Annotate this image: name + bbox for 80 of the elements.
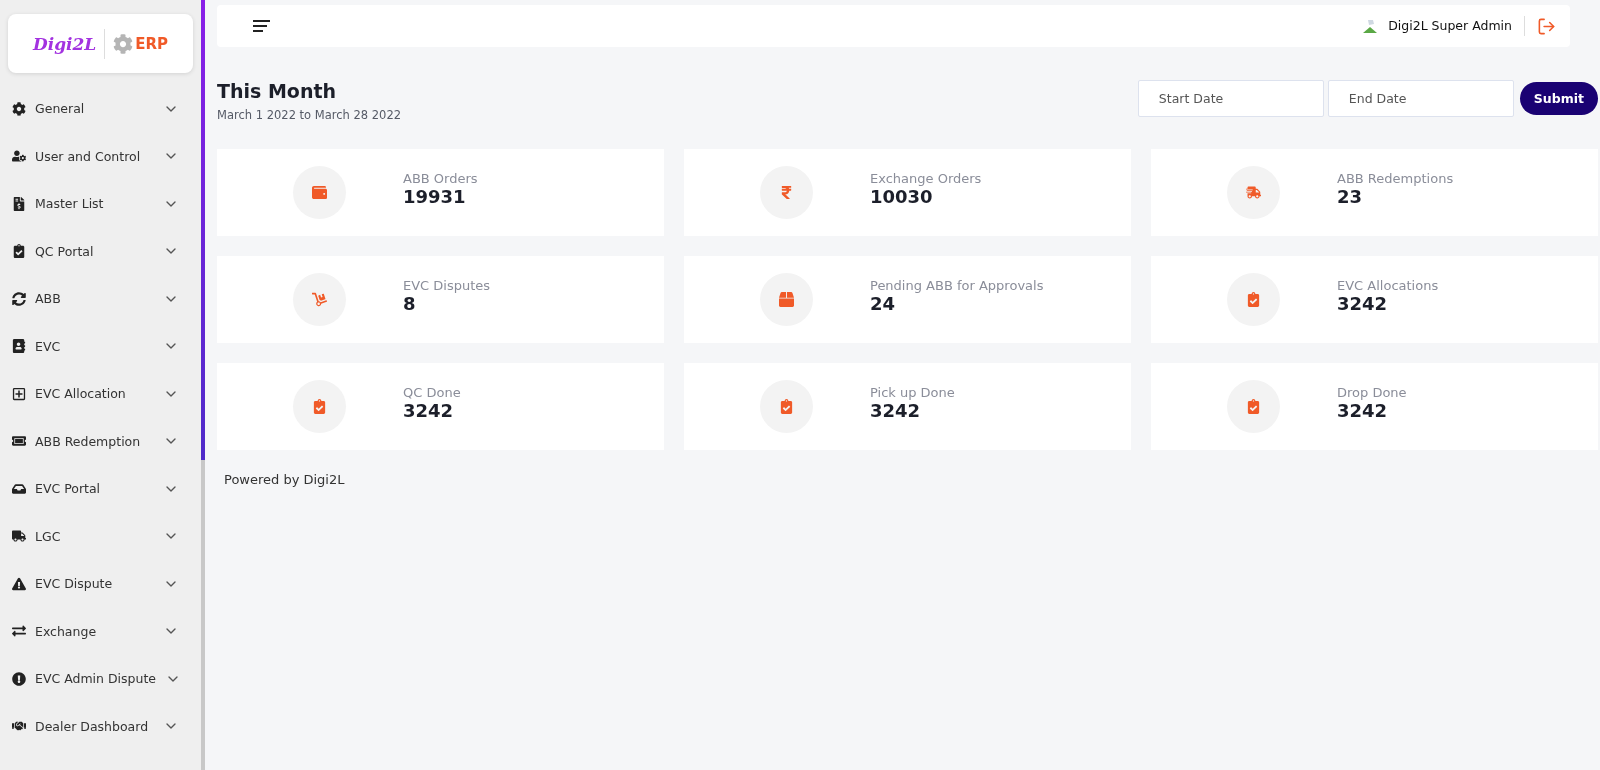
wallet-icon bbox=[312, 185, 327, 200]
hand-truck-icon bbox=[312, 292, 327, 307]
sidebar-item[interactable]: General bbox=[0, 85, 201, 133]
document-icon bbox=[12, 196, 26, 211]
stat-label: ABB Orders bbox=[403, 170, 478, 186]
warning-icon bbox=[12, 576, 26, 591]
submit-button[interactable]: Submit bbox=[1519, 82, 1598, 115]
gear-icon bbox=[12, 101, 26, 116]
clipboard-check-icon bbox=[1246, 399, 1261, 414]
sidebar-item[interactable]: EVC Portal bbox=[0, 465, 201, 513]
stat-value: 23 bbox=[1337, 185, 1364, 207]
sidebar-item-label: EVC Admin Dispute bbox=[35, 671, 157, 687]
stat-value: 19931 bbox=[403, 185, 467, 207]
stat-label: QC Done bbox=[403, 384, 461, 400]
delivery-truck-icon bbox=[1246, 185, 1261, 200]
period-title: This Month bbox=[217, 80, 338, 102]
logout-icon bbox=[1537, 16, 1556, 36]
start-date-field[interactable]: Start Date bbox=[1137, 80, 1324, 117]
sidebar-item-label: ABB Redemption bbox=[35, 433, 142, 449]
inbox-icon bbox=[12, 481, 26, 496]
refresh-icon bbox=[12, 291, 26, 306]
broken-image-icon bbox=[1362, 18, 1379, 34]
sidebar-item-label: User and Control bbox=[35, 148, 142, 164]
period-range: March 1 2022 to March 28 2022 bbox=[217, 108, 402, 122]
clipboard-check-icon bbox=[779, 399, 794, 414]
sidebar-item[interactable]: EVC bbox=[0, 322, 201, 370]
sidebar-item-label: EVC Allocation bbox=[35, 386, 127, 402]
clipboard-check-icon bbox=[312, 399, 327, 414]
sidebar-item-label: LGC bbox=[35, 528, 62, 544]
sidebar-item-label: General bbox=[35, 101, 86, 117]
sidebar-item[interactable]: QC Portal bbox=[0, 227, 201, 275]
stat-value: 3242 bbox=[1337, 292, 1389, 314]
stat-value: 24 bbox=[870, 292, 896, 314]
clipboard-check-icon bbox=[1246, 292, 1261, 307]
truck-icon bbox=[12, 529, 26, 544]
stat-value: 3242 bbox=[1337, 399, 1389, 421]
sidebar-item[interactable]: Dealer Dashboard bbox=[0, 702, 201, 750]
stat-label: ABB Redemptions bbox=[1337, 170, 1454, 186]
stat-label: Exchange Orders bbox=[870, 170, 982, 186]
rupee-icon bbox=[779, 185, 794, 200]
user-gear-icon bbox=[12, 149, 26, 164]
sidebar-item[interactable]: LGC bbox=[0, 512, 201, 560]
contact-card-icon bbox=[12, 339, 26, 354]
user-name: Digi2L Super Admin bbox=[1388, 16, 1525, 36]
stat-label: Pick up Done bbox=[870, 384, 955, 400]
menu-button[interactable] bbox=[253, 19, 271, 33]
footer-text: Powered by Digi2L bbox=[224, 472, 346, 487]
menu-icon bbox=[253, 19, 271, 33]
stat-label: EVC Allocations bbox=[1337, 277, 1439, 293]
sidebar-item-label: EVC bbox=[35, 338, 62, 354]
sidebar-item[interactable]: EVC Allocation bbox=[0, 370, 201, 418]
swap-arrows-icon bbox=[12, 624, 26, 639]
sidebar-item[interactable]: Exchange bbox=[0, 607, 201, 655]
sidebar-item-label: EVC Portal bbox=[35, 481, 102, 497]
logo-brand: Digi2L bbox=[32, 33, 97, 54]
sidebar-item[interactable]: EVC Admin Dispute bbox=[0, 655, 201, 703]
stat-label: Drop Done bbox=[1337, 384, 1407, 400]
sidebar-item[interactable]: User and Control bbox=[0, 132, 201, 180]
sidebar-item-label: Master List bbox=[35, 196, 105, 212]
box-icon bbox=[779, 292, 794, 307]
sidebar-item-label: ABB bbox=[35, 291, 62, 307]
end-date-field[interactable]: End Date bbox=[1327, 80, 1514, 117]
stat-label: Pending ABB for Approvals bbox=[870, 277, 1044, 293]
sidebar-item-label: QC Portal bbox=[35, 243, 95, 259]
sidebar-item[interactable]: Master List bbox=[0, 180, 201, 228]
stat-value: 8 bbox=[403, 292, 417, 314]
clipboard-check-icon bbox=[12, 244, 26, 259]
sidebar-item[interactable]: EVC Dispute bbox=[0, 560, 201, 608]
stat-value: 10030 bbox=[870, 185, 934, 207]
sidebar-item[interactable]: ABB bbox=[0, 275, 201, 323]
stat-label: EVC Disputes bbox=[403, 277, 491, 293]
sidebar-item-label: Exchange bbox=[35, 623, 98, 639]
stat-value: 3242 bbox=[870, 399, 922, 421]
sidebar-item-label: Dealer Dashboard bbox=[35, 718, 150, 734]
sidebar-item-label: EVC Dispute bbox=[35, 576, 114, 592]
sidebar-item[interactable]: ABB Redemption bbox=[0, 417, 201, 465]
logo-product: ERP bbox=[135, 34, 169, 53]
stat-value: 3242 bbox=[403, 399, 455, 421]
ticket-icon bbox=[12, 434, 26, 449]
gear-icon bbox=[113, 33, 134, 54]
